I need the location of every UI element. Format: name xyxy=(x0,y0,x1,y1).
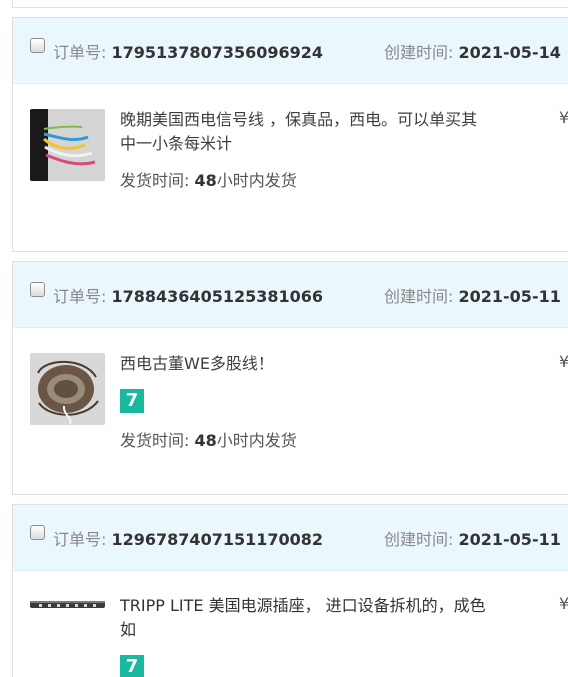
created-time-label: 创建时间: xyxy=(384,530,454,549)
order-select-checkbox[interactable] xyxy=(30,282,45,297)
shipping-time: 发货时间: 48小时内发货 xyxy=(120,167,297,191)
seven-day-return-badge[interactable]: 7 xyxy=(120,655,144,677)
created-time-value: 2021-05-14 xyxy=(458,43,561,62)
order-card: 订单号: 1788436405125381066 创建时间: 2021-05-1… xyxy=(12,261,568,495)
order-card: 订单号: 1795137807356096924 创建时间: 2021-05-1… xyxy=(12,17,568,252)
price: ¥1 xyxy=(559,594,568,613)
order-header: 订单号: 1296787407151170082 创建时间: 2021-05-1… xyxy=(13,505,568,571)
created-time: 创建时间: 2021-05-14 xyxy=(384,39,561,63)
order-select-checkbox[interactable] xyxy=(30,525,45,540)
order-number: 订单号: 1795137807356096924 xyxy=(53,39,323,63)
wire-cables-photo[interactable] xyxy=(30,109,105,181)
product-title-link[interactable]: TRIPP LITE 美国电源插座， 进口设备拆机的，成色 如 xyxy=(120,594,550,642)
order-number-label: 订单号: xyxy=(53,530,107,549)
created-time: 创建时间: 2021-05-11 xyxy=(384,283,561,307)
order-select-checkbox[interactable] xyxy=(30,38,45,53)
order-number-label: 订单号: xyxy=(53,287,107,306)
order-card: 订单号: 1296787407151170082 创建时间: 2021-05-1… xyxy=(12,504,568,677)
created-time-label: 创建时间: xyxy=(384,43,454,62)
created-time-value: 2021-05-11 xyxy=(458,530,561,549)
created-time-label: 创建时间: xyxy=(384,287,454,306)
order-number-value: 1795137807356096924 xyxy=(111,43,324,62)
order-number-value: 1788436405125381066 xyxy=(111,287,324,306)
previous-order-card-bottom xyxy=(12,0,568,8)
order-header: 订单号: 1795137807356096924 创建时间: 2021-05-1… xyxy=(13,18,568,84)
seven-day-return-badge[interactable]: 7 xyxy=(120,389,144,413)
created-time-value: 2021-05-11 xyxy=(458,287,561,306)
shipping-time-suffix: 小时内发货 xyxy=(216,171,297,190)
product-title-link[interactable]: 晚期美国西电信号线 ，保真品，西电。可以单买其 中一小条每米计 xyxy=(120,108,550,156)
price: ¥ xyxy=(559,108,568,127)
created-time: 创建时间: 2021-05-11 xyxy=(384,526,561,550)
power-strip-photo[interactable] xyxy=(30,596,105,608)
shipping-days: 48 xyxy=(194,171,217,190)
order-header: 订单号: 1788436405125381066 创建时间: 2021-05-1… xyxy=(13,262,568,328)
order-number: 订单号: 1296787407151170082 xyxy=(53,526,323,550)
order-number: 订单号: 1788436405125381066 xyxy=(53,283,323,307)
order-list: 订单号: 1795137807356096924 创建时间: 2021-05-1… xyxy=(0,0,568,677)
product-title-link[interactable]: 西电古董WE多股线！ xyxy=(120,352,550,376)
shipping-time-label: 发货时间: xyxy=(120,171,190,190)
coiled-wire-photo[interactable] xyxy=(30,353,105,425)
shipping-time-suffix: 小时内发货 xyxy=(216,431,297,450)
shipping-time-label: 发货时间: xyxy=(120,431,190,450)
shipping-days: 48 xyxy=(194,431,217,450)
order-number-value: 1296787407151170082 xyxy=(111,530,324,549)
price: ¥ xyxy=(559,352,568,371)
order-number-label: 订单号: xyxy=(53,43,107,62)
shipping-time: 发货时间: 48小时内发货 xyxy=(120,427,297,451)
